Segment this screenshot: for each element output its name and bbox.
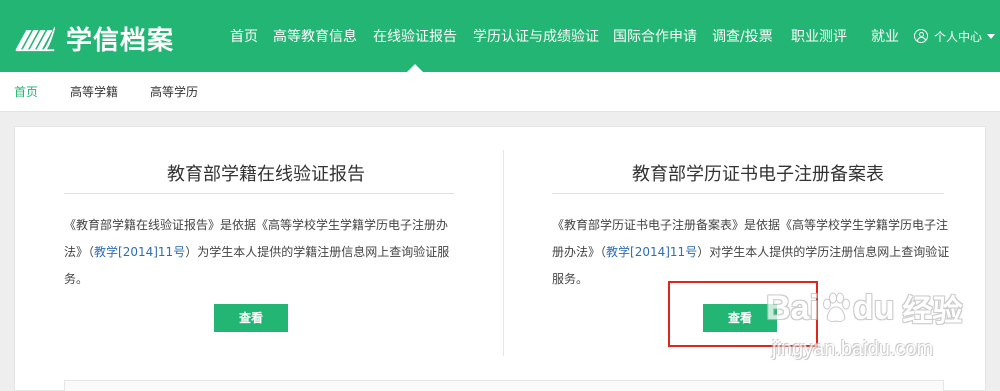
subnav-higher-school-roll[interactable]: 高等学籍 bbox=[70, 72, 118, 112]
nav-international-cooperation[interactable]: 国际合作申请 bbox=[613, 0, 697, 72]
card-title-school-roll-report: 教育部学籍在线验证报告 bbox=[167, 164, 365, 185]
desc-line: 册办法》（教学[2014]11号）对学生本人提供的学历注册信息网上查询验证 bbox=[552, 239, 972, 266]
desc-text: ）为学生本人提供的学籍注册信息网上查询验证服 bbox=[185, 245, 450, 259]
card-title-underline bbox=[64, 193, 454, 194]
site-logo[interactable]: 学信档案 bbox=[14, 20, 174, 56]
logo-text: 学信档案 bbox=[65, 25, 174, 56]
nav-employment[interactable]: 就业 bbox=[871, 0, 899, 72]
nav-survey-vote[interactable]: 调查/投票 bbox=[712, 0, 773, 72]
column-divider bbox=[503, 150, 504, 356]
subnav-higher-degree[interactable]: 高等学历 bbox=[150, 72, 198, 112]
watermark-url: jingyan.baidu.com bbox=[772, 338, 934, 360]
paw-icon bbox=[822, 292, 850, 323]
watermark-brand-cn: 经验 bbox=[902, 294, 963, 329]
regulation-link[interactable]: 教学[2014]11号 bbox=[606, 245, 697, 259]
card-title-degree-registration-form: 教育部学历证书电子注册备案表 bbox=[632, 164, 884, 185]
nav-career-assessment[interactable]: 职业测评 bbox=[791, 0, 847, 72]
regulation-link[interactable]: 教学[2014]11号 bbox=[94, 245, 185, 259]
desc-line: 《教育部学籍在线验证报告》是依据《高等学校学生学籍学历电子注册办 bbox=[64, 218, 449, 232]
caret-down-icon bbox=[987, 33, 996, 39]
nav-home[interactable]: 首页 bbox=[230, 0, 258, 72]
user-center-menu[interactable]: 个人中心 bbox=[914, 0, 996, 72]
desc-text: ）对学生本人提供的学历注册信息网上查询验证 bbox=[697, 245, 950, 259]
user-icon bbox=[914, 29, 928, 43]
view-school-roll-report-button[interactable]: 查看 bbox=[214, 304, 288, 332]
user-center-label: 个人中心 bbox=[934, 29, 983, 44]
watermark-brand-a: Bai bbox=[766, 288, 819, 327]
desc-line: 《教育部学历证书电子注册备案表》是依据《高等学校学生学籍学历电子注 bbox=[552, 218, 949, 232]
book-logo-icon bbox=[15, 26, 56, 52]
sub-navigation: 首页 高等学籍 高等学历 bbox=[0, 72, 1000, 112]
watermark-brand-b: du bbox=[852, 288, 895, 327]
baidu-jingyan-watermark: Bai du 经验 jingyan.baidu.com bbox=[766, 282, 994, 368]
desc-line: 法》（教学[2014]11号）为学生本人提供的学籍注册信息网上查询验证服 bbox=[64, 239, 474, 266]
card-description-school-roll: 《教育部学籍在线验证报告》是依据《高等学校学生学籍学历电子注册办 法》（教学[2… bbox=[64, 212, 474, 293]
nav-online-verification-report[interactable]: 在线验证报告 bbox=[373, 0, 457, 72]
next-panel-edge bbox=[64, 380, 944, 391]
subnav-home[interactable]: 首页 bbox=[14, 72, 38, 112]
nav-degree-certification[interactable]: 学历认证与成绩验证 bbox=[473, 0, 599, 72]
desc-text: 法》（ bbox=[64, 245, 95, 259]
desc-text: 册办法》（ bbox=[552, 245, 607, 259]
card-title-underline bbox=[552, 193, 944, 194]
nav-higher-education-info[interactable]: 高等教育信息 bbox=[273, 0, 357, 72]
top-navigation-bar: 学信档案 首页 高等教育信息 在线验证报告 学历认证与成绩验证 国际合作申请 调… bbox=[0, 0, 1000, 72]
desc-line: 务。 bbox=[64, 272, 89, 286]
